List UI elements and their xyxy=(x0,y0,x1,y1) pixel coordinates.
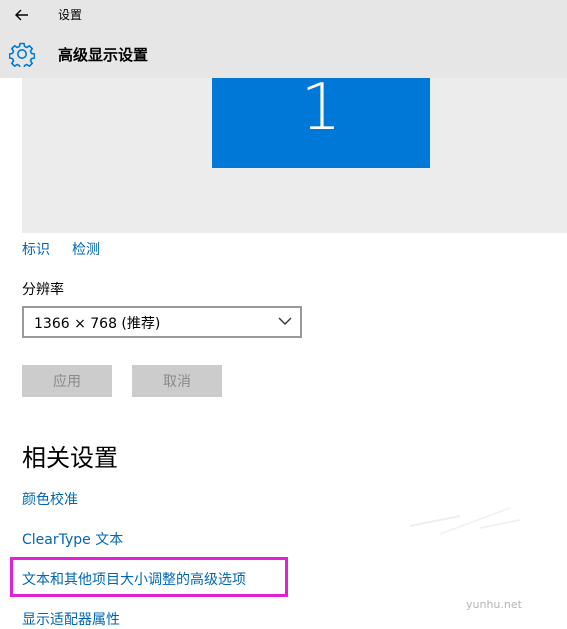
monitor-1-tile[interactable]: 1 xyxy=(212,71,430,168)
monitor-number: 1 xyxy=(300,71,342,145)
related-settings-heading: 相关设置 xyxy=(22,444,118,472)
back-button[interactable] xyxy=(8,4,36,26)
apply-button[interactable]: 应用 xyxy=(22,365,112,397)
highlight-box xyxy=(10,557,288,597)
display-adapter-properties-link[interactable]: 显示适配器属性 xyxy=(22,609,120,629)
resolution-value: 1366 × 768 (推荐) xyxy=(34,316,161,332)
resolution-dropdown[interactable]: 1366 × 768 (推荐) xyxy=(22,306,302,338)
app-title: 设置 xyxy=(58,8,83,22)
cleartype-text-link[interactable]: ClearType 文本 xyxy=(22,529,123,549)
title-bar: 设置 高级显示设置 xyxy=(0,0,567,78)
identify-link[interactable]: 标识 xyxy=(22,239,50,259)
detect-link[interactable]: 检测 xyxy=(72,239,100,259)
color-calibration-link[interactable]: 颜色校准 xyxy=(22,489,78,509)
watermark: yunhu.net xyxy=(466,598,522,611)
resolution-label: 分辨率 xyxy=(22,282,64,298)
chevron-down-icon xyxy=(278,317,292,325)
cancel-button[interactable]: 取消 xyxy=(132,365,222,397)
gear-icon xyxy=(9,42,35,67)
display-preview-area: 1 xyxy=(22,71,567,233)
back-arrow-icon xyxy=(15,9,28,21)
page-title: 高级显示设置 xyxy=(58,46,149,64)
decorative-strokes xyxy=(409,507,521,535)
